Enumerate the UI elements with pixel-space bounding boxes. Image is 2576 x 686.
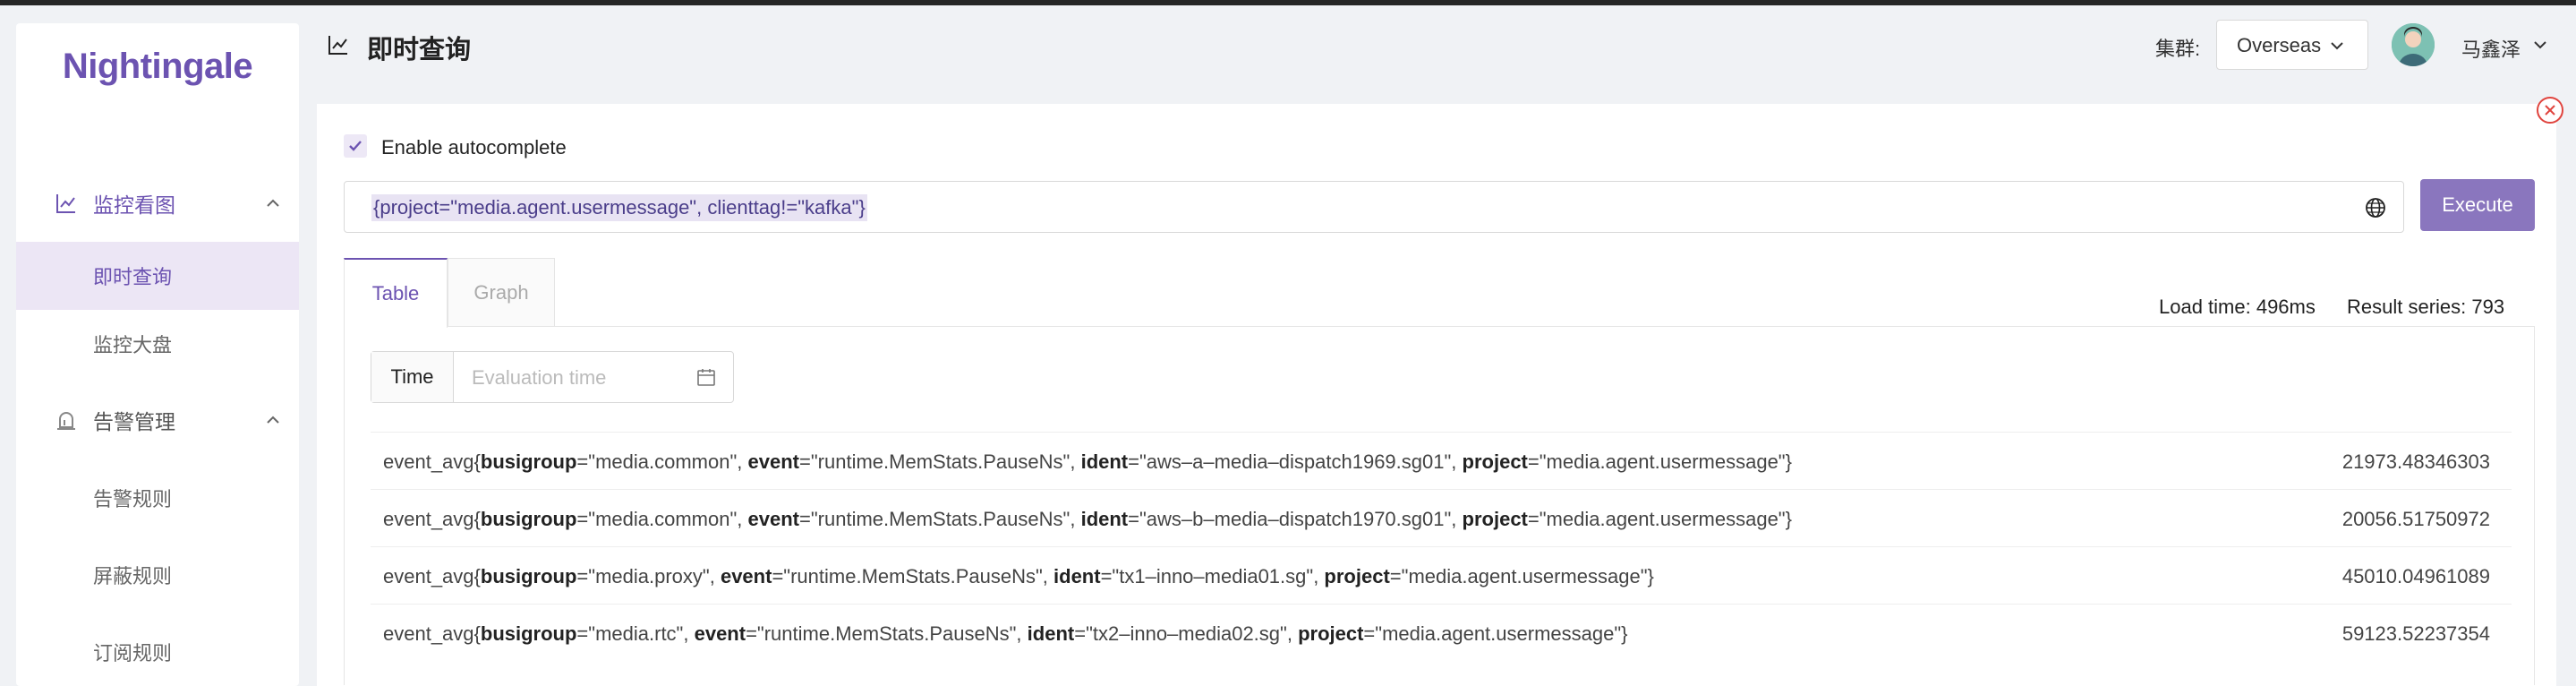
alarm-icon	[57, 412, 75, 430]
table-row: event_avg{busigroup="media.rtc", event="…	[371, 604, 2512, 661]
series-labels: event_avg{busigroup="media.common", even…	[383, 508, 1792, 530]
series-value: 20056.51750972	[2341, 508, 2490, 530]
sidebar-item-instant-query[interactable]: 即时查询	[16, 242, 299, 310]
sidebar-item-alert-rules[interactable]: 告警规则	[16, 464, 299, 532]
sidebar-item-mute-rules[interactable]: 屏蔽规则	[16, 541, 299, 609]
series-value: 21973.48346303	[2341, 450, 2490, 473]
close-icon	[2545, 105, 2555, 116]
promql-query-input[interactable]: {project="media.agent.usermessage", clie…	[344, 181, 2404, 233]
execute-button[interactable]: Execute	[2420, 179, 2535, 231]
chevron-up-icon	[267, 416, 279, 424]
sidebar-item-label: 告警规则	[93, 488, 173, 510]
globe-icon[interactable]	[2364, 196, 2387, 219]
line-chart-icon	[328, 36, 347, 55]
page-title: 即时查询	[367, 36, 472, 64]
table-row: event_avg{busigroup="media.common", even…	[371, 432, 2512, 489]
sidebar-item-label: 屏蔽规则	[93, 565, 173, 587]
chevron-down-icon[interactable]	[2531, 36, 2549, 54]
cluster-label: 集群:	[2155, 38, 2201, 60]
avatar[interactable]	[2392, 23, 2435, 66]
tab-table[interactable]: Table	[344, 258, 448, 328]
series-value: 45010.04961089	[2341, 565, 2490, 587]
sidebar-group-dashboards[interactable]: 监控看图	[16, 165, 299, 242]
top-strip	[0, 0, 2576, 5]
sidebar-item-subscribe-rules[interactable]: 订阅规则	[16, 618, 299, 686]
series-value: 59123.52237354	[2341, 622, 2490, 645]
evaluation-time-picker[interactable]: Time Evaluation time	[371, 351, 734, 403]
autocomplete-label[interactable]: Enable autocomplete	[381, 136, 567, 159]
table-row: event_avg{busigroup="media.common", even…	[371, 489, 2512, 546]
sidebar-item-dashboard[interactable]: 监控大盘	[16, 310, 299, 378]
sidebar-group-label: 监控看图	[93, 193, 175, 217]
evaluation-time-input[interactable]: Evaluation time	[472, 366, 606, 390]
chevron-up-icon	[267, 199, 279, 207]
chevron-down-icon	[2331, 42, 2343, 50]
cluster-select-value: Overseas	[2237, 34, 2322, 56]
cluster-select[interactable]: Overseas	[2216, 20, 2368, 70]
series-labels: event_avg{busigroup="media.rtc", event="…	[383, 622, 1628, 645]
result-series-count: Result series: 793	[2347, 296, 2505, 318]
username[interactable]: 马鑫泽	[2461, 34, 2521, 63]
time-label: Time	[371, 352, 454, 402]
series-labels: event_avg{busigroup="media.common", even…	[383, 450, 1792, 473]
close-panel-button[interactable]	[2537, 97, 2563, 124]
sidebar: Nightingale 监控看图 即时查询 监控大盘 告警管理 告警规则 屏蔽规…	[16, 23, 299, 686]
line-chart-icon	[56, 194, 75, 213]
sidebar-item-label: 即时查询	[93, 266, 173, 288]
calendar-icon[interactable]	[695, 366, 717, 388]
query-expression[interactable]: {project="media.agent.usermessage", clie…	[371, 194, 867, 221]
sidebar-group-alerts[interactable]: 告警管理	[16, 382, 299, 459]
sidebar-item-label: 订阅规则	[93, 642, 173, 665]
table-row: event_avg{busigroup="media.proxy", event…	[371, 546, 2512, 604]
autocomplete-checkbox[interactable]	[344, 134, 367, 158]
checkmark-icon	[349, 141, 362, 151]
sidebar-item-label: 监控大盘	[93, 334, 173, 356]
sidebar-group-label: 告警管理	[93, 410, 175, 433]
tab-graph[interactable]: Graph	[448, 258, 555, 328]
load-time: Load time: 496ms	[2159, 296, 2316, 318]
brand-logo[interactable]: Nightingale	[16, 47, 299, 87]
series-labels: event_avg{busigroup="media.proxy", event…	[383, 565, 1654, 587]
avatar-image	[2392, 23, 2435, 66]
